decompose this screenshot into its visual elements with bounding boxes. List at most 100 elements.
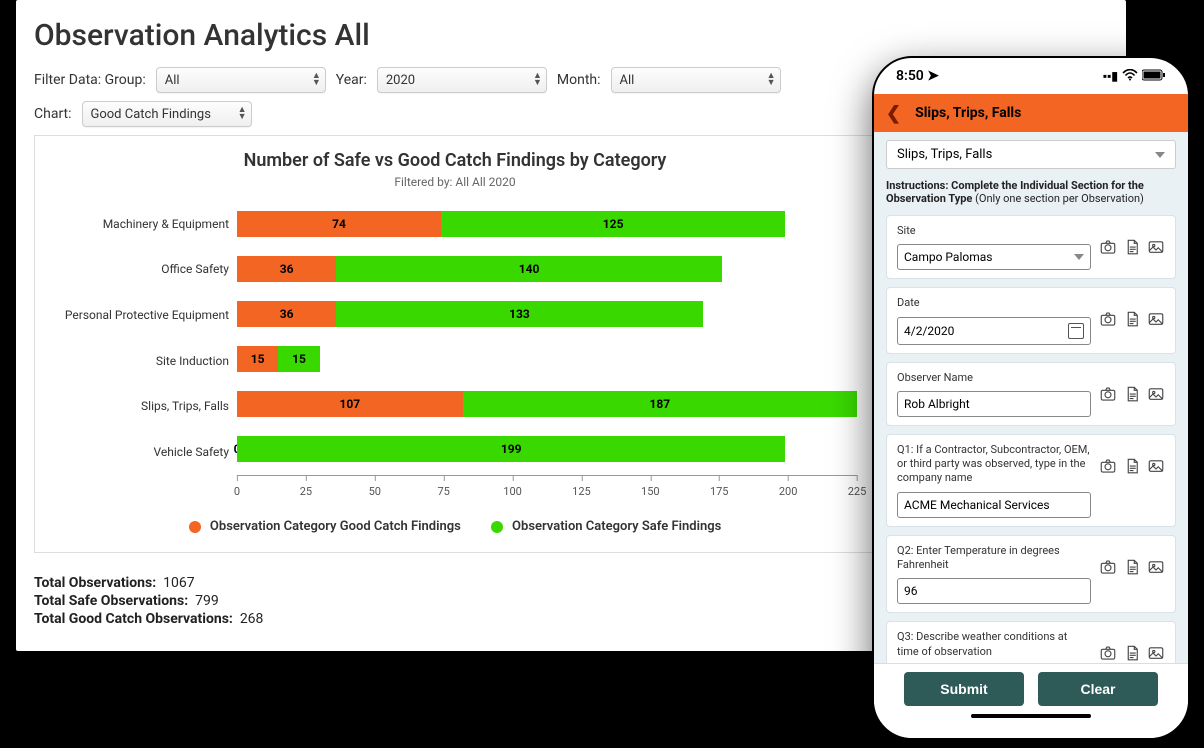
- x-tick: 0: [234, 475, 240, 498]
- phone-title: Slips, Trips, Falls: [915, 105, 1021, 121]
- camera-icon[interactable]: [1099, 238, 1117, 256]
- image-icon[interactable]: [1147, 310, 1165, 328]
- bar-safe[interactable]: 125: [441, 211, 785, 237]
- q2-label: Q2: Enter Temperature in degrees Fahrenh…: [897, 544, 1091, 573]
- category-label: Office Safety: [47, 247, 229, 292]
- document-icon[interactable]: [1123, 310, 1141, 328]
- image-icon[interactable]: [1147, 238, 1165, 256]
- bar-safe[interactable]: 133: [336, 301, 702, 327]
- bar-row: 36133: [237, 291, 857, 336]
- chart-select[interactable]: Good Catch Findings ▲▼: [82, 101, 252, 127]
- image-icon[interactable]: [1147, 385, 1165, 403]
- document-icon[interactable]: [1123, 457, 1141, 475]
- card-observer: Observer Name Rob Albright: [886, 362, 1176, 426]
- site-select-value: Campo Palomas: [904, 250, 992, 264]
- wifi-icon: [1122, 69, 1138, 84]
- image-icon[interactable]: [1147, 644, 1165, 662]
- month-label: Month:: [557, 72, 601, 88]
- card-date: Date 4/2/2020: [886, 287, 1176, 353]
- q1-input[interactable]: ACME Mechanical Services: [897, 492, 1091, 518]
- card-q1: Q1: If a Contractor, Subcontractor, OEM,…: [886, 434, 1176, 527]
- updown-icon: ▲▼: [533, 73, 542, 87]
- updown-icon: ▲▼: [238, 107, 247, 121]
- swatch-good-icon: [189, 521, 201, 533]
- signal-icon: ▪▪▮: [1103, 69, 1118, 83]
- bar-safe[interactable]: 187: [463, 391, 857, 417]
- camera-icon[interactable]: [1099, 385, 1117, 403]
- total-good-label: Total Good Catch Observations:: [34, 611, 233, 627]
- phone-titlebar: ❮ Slips, Trips, Falls: [874, 94, 1188, 132]
- submit-button[interactable]: Submit: [904, 672, 1024, 706]
- site-label: Site: [897, 224, 1091, 238]
- card-icons: [1099, 544, 1165, 576]
- card-icons: [1099, 296, 1165, 328]
- x-tick: 225: [848, 475, 867, 498]
- bar-good-catch[interactable]: 36: [237, 301, 336, 327]
- image-icon[interactable]: [1147, 457, 1165, 475]
- bar-good-catch[interactable]: 74: [237, 211, 441, 237]
- card-icons: [1099, 371, 1165, 403]
- site-select[interactable]: Campo Palomas: [897, 244, 1091, 270]
- bar-good-catch[interactable]: 107: [237, 391, 463, 417]
- card-site: Site Campo Palomas: [886, 215, 1176, 279]
- bar-row: 1515: [237, 336, 857, 381]
- legend-good-catch: Observation Category Good Catch Findings: [189, 519, 461, 534]
- bar-good-catch[interactable]: 15: [237, 346, 278, 372]
- image-icon[interactable]: [1147, 558, 1165, 576]
- document-icon[interactable]: [1123, 238, 1141, 256]
- document-icon[interactable]: [1123, 644, 1141, 662]
- document-icon[interactable]: [1123, 385, 1141, 403]
- x-tick: 25: [300, 475, 312, 498]
- q3-label: Q3: Describe weather conditions at time …: [897, 630, 1091, 659]
- updown-icon: ▲▼: [767, 73, 776, 87]
- x-axis: 0255075100125150175200225: [237, 475, 857, 503]
- year-label: Year:: [336, 72, 367, 88]
- category-label: Vehicle Safety: [47, 430, 229, 475]
- bar-safe[interactable]: 199: [237, 436, 785, 462]
- total-good-value: 268: [240, 611, 264, 627]
- total-safe-label: Total Safe Observations:: [34, 593, 188, 609]
- q2-value: 96: [904, 584, 918, 598]
- x-axis-line: [237, 475, 857, 476]
- group-select[interactable]: All ▲▼: [156, 67, 326, 93]
- status-right: ▪▪▮: [1103, 69, 1166, 84]
- instructions-text: Instructions: Complete the Individual Se…: [886, 179, 1176, 205]
- date-input[interactable]: 4/2/2020: [897, 317, 1091, 345]
- x-tick: 75: [437, 475, 449, 498]
- card-icons: [1099, 443, 1165, 475]
- phone-footer: Submit Clear: [874, 663, 1188, 738]
- clear-button[interactable]: Clear: [1038, 672, 1158, 706]
- card-icons: [1099, 224, 1165, 256]
- camera-icon[interactable]: [1099, 310, 1117, 328]
- year-select[interactable]: 2020 ▲▼: [377, 67, 547, 93]
- camera-icon[interactable]: [1099, 457, 1117, 475]
- phone-mockup: 8:50 ➤ ▪▪▮ ❮ Slips, Trips, Falls Slips, …: [872, 56, 1190, 740]
- footer-buttons: Submit Clear: [904, 672, 1158, 706]
- month-select[interactable]: All ▲▼: [611, 67, 781, 93]
- bar-good-catch[interactable]: 36: [237, 256, 336, 282]
- section-dropdown[interactable]: Slips, Trips, Falls: [886, 140, 1176, 169]
- chevron-down-icon: [1074, 254, 1084, 260]
- instructions-rest: (Only one section per Observation): [972, 192, 1144, 205]
- total-obs-value: 1067: [163, 575, 194, 591]
- location-arrow-icon: ➤: [927, 68, 939, 84]
- document-icon[interactable]: [1123, 558, 1141, 576]
- phone-body: Slips, Trips, Falls Instructions: Comple…: [874, 132, 1188, 672]
- bar-safe[interactable]: 15: [278, 346, 319, 372]
- back-icon[interactable]: ❮: [886, 103, 901, 124]
- status-bar: 8:50 ➤ ▪▪▮: [874, 58, 1188, 94]
- category-label: Slips, Trips, Falls: [47, 384, 229, 429]
- status-time-group: 8:50 ➤: [896, 68, 939, 84]
- camera-icon[interactable]: [1099, 558, 1117, 576]
- bar-safe[interactable]: 140: [336, 256, 722, 282]
- chart-container: Number of Safe vs Good Catch Findings by…: [34, 135, 876, 553]
- camera-icon[interactable]: [1099, 644, 1117, 662]
- chevron-down-icon: [1155, 152, 1165, 158]
- chart-label: Chart:: [34, 106, 72, 122]
- category-label: Site Induction: [47, 338, 229, 383]
- legend-safe-label: Observation Category Safe Findings: [512, 519, 721, 534]
- observer-input[interactable]: Rob Albright: [897, 391, 1091, 417]
- chart-select-value: Good Catch Findings: [91, 107, 211, 122]
- observer-label: Observer Name: [897, 371, 1091, 385]
- q2-input[interactable]: 96: [897, 578, 1091, 604]
